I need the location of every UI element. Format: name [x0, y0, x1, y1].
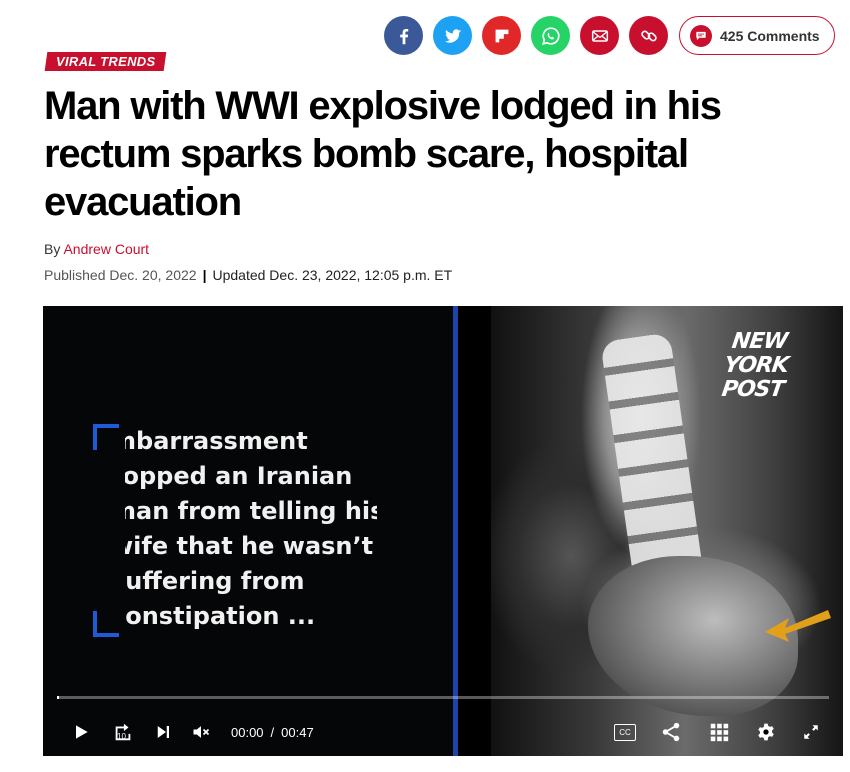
comments-count: 425 Comments — [720, 27, 820, 44]
quote-line: man from telling his — [125, 497, 377, 525]
duration: 00:47 — [281, 724, 314, 740]
whatsapp-icon — [541, 26, 560, 45]
rewind-seconds: 10 — [117, 732, 126, 741]
article-headline: Man with WWI explosive lodged in his rec… — [44, 84, 722, 224]
mute-icon — [193, 726, 210, 738]
play-icon — [76, 725, 88, 739]
quote-line: topped an Iranian — [125, 462, 353, 490]
quote-bracket-top — [93, 424, 119, 450]
share-icon — [662, 722, 680, 742]
video-time: 00:00/00:47 — [231, 724, 314, 740]
video-progress-bar[interactable] — [57, 696, 829, 699]
comments-button[interactable]: 425 Comments — [679, 16, 835, 55]
more-videos-button[interactable] — [695, 721, 743, 743]
highlight-arrow-icon — [765, 610, 831, 642]
twitter-share-button[interactable] — [433, 16, 472, 55]
settings-icon — [758, 723, 774, 741]
fullscreen-button[interactable] — [789, 723, 833, 741]
link-icon — [640, 30, 657, 41]
captions-icon: CC — [614, 723, 636, 741]
updated-date: Updated Dec. 23, 2022, 12:05 p.m. ET — [212, 267, 453, 283]
captions-button[interactable]: CC — [603, 723, 647, 741]
video-controls-right: CC — [603, 721, 843, 743]
quote-bracket-bottom — [93, 611, 119, 637]
email-icon — [591, 29, 608, 42]
byline: By Andrew Court — [44, 241, 149, 257]
quote-line: mbarrassment — [125, 427, 308, 455]
article-dates: Published Dec. 20, 2022 | Updated Dec. 23,… — [44, 267, 452, 283]
quote-line: suffering from — [125, 567, 305, 595]
author-link[interactable]: Andrew Court — [63, 241, 149, 257]
video-progress-fill — [57, 696, 59, 699]
copy-link-button[interactable] — [629, 16, 668, 55]
mute-button[interactable] — [183, 722, 219, 742]
flipboard-share-button[interactable] — [482, 16, 521, 55]
published-date: Published Dec. 20, 2022 — [44, 267, 197, 283]
whatsapp-share-button[interactable] — [531, 16, 570, 55]
category-kicker[interactable]: VIRAL TRENDS — [44, 52, 167, 71]
kicker-label: VIRAL TRENDS — [56, 54, 156, 69]
video-player[interactable]: mbarrassment topped an Iranian man from … — [43, 306, 843, 756]
flipboard-icon — [495, 29, 508, 42]
date-separator: | — [202, 267, 207, 283]
rewind-10-button[interactable]: 10 — [103, 721, 143, 743]
grid-icon — [710, 723, 729, 742]
twitter-icon — [444, 28, 461, 43]
video-divider — [453, 306, 458, 756]
facebook-icon — [399, 28, 408, 44]
comment-bubble-icon — [690, 24, 712, 47]
nypost-logo: NEW YORK POST — [720, 329, 790, 402]
fullscreen-icon — [804, 725, 818, 739]
share-bar: 425 Comments — [384, 16, 835, 55]
video-controls: 10 00:00/00:47 CC — [43, 710, 843, 754]
play-button[interactable] — [59, 722, 103, 742]
next-button[interactable] — [143, 723, 183, 741]
quote-line: constipation ... — [125, 602, 316, 630]
share-video-button[interactable] — [647, 721, 695, 743]
current-time: 00:00 — [231, 724, 264, 740]
settings-button[interactable] — [743, 722, 789, 742]
quote-line: wife that he wasn’t — [125, 532, 374, 560]
email-share-button[interactable] — [580, 16, 619, 55]
byline-prefix: By — [44, 241, 61, 257]
video-quote-text: mbarrassment topped an Iranian man from … — [125, 424, 377, 634]
facebook-share-button[interactable] — [384, 16, 423, 55]
next-icon — [157, 726, 169, 738]
